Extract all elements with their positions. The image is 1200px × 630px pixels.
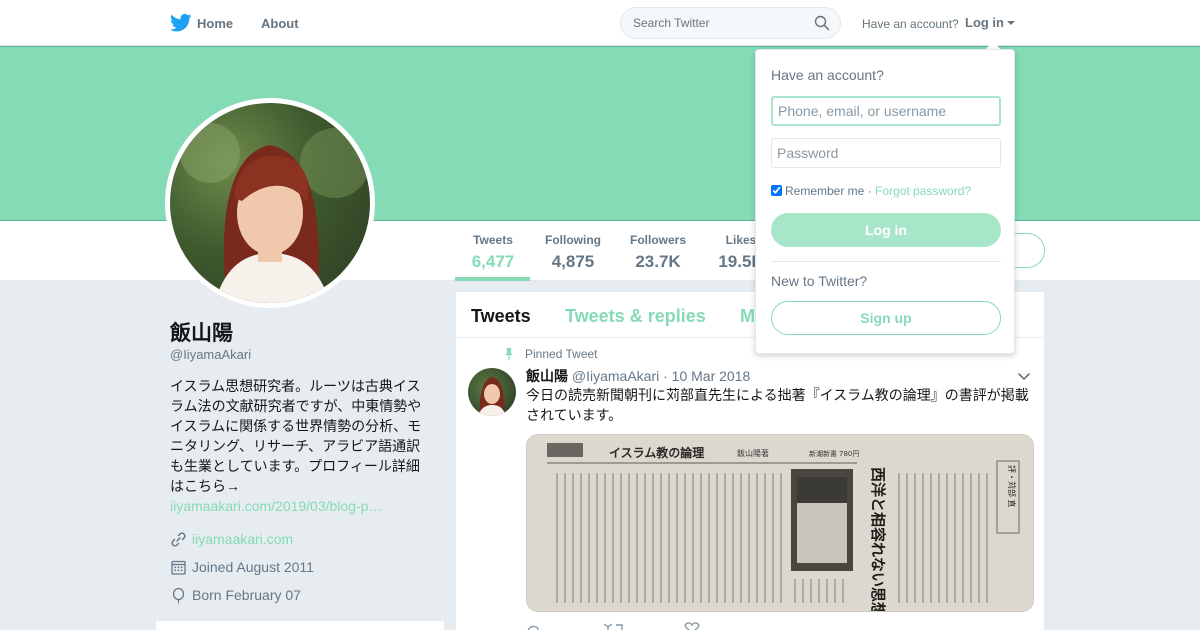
tweet-newspaper-image[interactable]: イスラム教の論理 飯山陽著 新潮新書 780円 西洋と相容れない思想 評・苅部 …	[526, 434, 1034, 612]
remember-separator: ·	[864, 184, 876, 198]
profile-handle: @IiyamaAkari	[170, 347, 252, 362]
clipping-price: 780円	[839, 450, 859, 458]
balloon-icon	[172, 587, 185, 604]
profile-name: 飯山陽	[170, 322, 233, 345]
nav-about-link[interactable]: About	[261, 16, 299, 31]
remember-me-label[interactable]: Remember me	[785, 184, 864, 198]
active-stat-underline	[455, 277, 530, 281]
calendar-icon	[171, 560, 186, 575]
username-field[interactable]	[771, 96, 1001, 126]
stat-label: Tweets	[473, 233, 513, 247]
search-box	[620, 7, 841, 39]
website-link[interactable]: iiyamaakari.com	[192, 531, 293, 547]
link-icon	[171, 532, 186, 547]
clipping-author: 飯山陽著	[737, 448, 769, 458]
tweet-author-handle[interactable]: @IiyamaAkari	[572, 368, 659, 384]
newspaper-clipping-graphic: イスラム教の論理 飯山陽著 新潮新書 780円 西洋と相容れない思想 評・苅部 …	[527, 435, 1033, 612]
remember-me-checkbox[interactable]	[771, 185, 782, 196]
password-field[interactable]	[771, 138, 1001, 168]
stat-value: 6,477	[471, 252, 515, 271]
stat-tweets[interactable]: Tweets 6,477	[463, 233, 523, 272]
tab-tweets-replies[interactable]: Tweets & replies	[565, 306, 706, 327]
clipping-heading: イスラム教の論理	[609, 445, 704, 460]
remember-row: Remember me · Forgot password?	[771, 184, 971, 198]
twitter-bird-icon[interactable]	[170, 13, 192, 33]
pinned-tweet-label: Pinned Tweet	[525, 347, 598, 361]
trends-card-edge	[156, 621, 444, 630]
tweet-avatar[interactable]	[468, 368, 516, 416]
search-input[interactable]	[621, 8, 806, 38]
avatar-portrait-graphic	[180, 123, 370, 303]
forgot-password-link[interactable]: Forgot password?	[875, 184, 971, 198]
tweet-avatar-graphic	[478, 377, 506, 416]
tweet-date[interactable]: · 10 Mar 2018	[663, 368, 750, 384]
login-label: Log in	[965, 15, 1004, 30]
stat-label: Following	[545, 233, 601, 247]
clipping-headline: 西洋と相容れない思想	[869, 467, 887, 612]
tab-tweets[interactable]: Tweets	[471, 306, 531, 327]
pin-icon	[505, 348, 513, 361]
bio-link[interactable]: iiyamaakari.com/2019/03/blog-p…	[170, 498, 382, 514]
avatar-photo	[170, 103, 370, 303]
nav-home-link[interactable]: Home	[197, 16, 233, 31]
stat-value: 23.7K	[635, 252, 681, 271]
reply-icon[interactable]	[527, 625, 539, 630]
profile-avatar[interactable]	[165, 98, 375, 308]
tweet-header: 飯山陽 @IiyamaAkari · 10 Mar 2018	[526, 366, 750, 386]
stat-label: Followers	[629, 233, 686, 247]
joined-date: Joined August 2011	[192, 559, 314, 575]
stat-value: 4,875	[551, 252, 595, 271]
login-dropdown-toggle[interactable]: Log in	[965, 15, 1015, 30]
caret-down-icon	[1007, 21, 1015, 25]
clipping-reviewer: 評・苅部 直	[1007, 465, 1017, 508]
profile-bio: イスラム思想研究者。ルーツは古典イスラム法の文献研究者ですが、中東情勢やイスラム…	[170, 378, 422, 494]
dropdown-title: Have an account?	[771, 67, 884, 83]
retweet-icon[interactable]	[603, 623, 623, 630]
have-account-text: Have an account?	[862, 17, 959, 31]
signup-button[interactable]: Sign up	[771, 301, 1001, 335]
top-navigation-bar: Home About Have an account? Log in	[0, 0, 1200, 46]
clipping-publisher: 新潮新書	[809, 449, 837, 458]
stat-following[interactable]: Following 4,875	[540, 233, 606, 272]
stat-followers[interactable]: Followers 23.7K	[625, 233, 691, 272]
born-date: Born February 07	[192, 587, 301, 603]
search-icon[interactable]	[814, 15, 830, 31]
tweet-author-name[interactable]: 飯山陽	[526, 368, 568, 384]
login-dropdown: Have an account? Remember me · Forgot pa…	[755, 49, 1015, 354]
chevron-down-icon[interactable]	[1017, 372, 1031, 382]
tweet-text: 今日の読売新聞朝刊に苅部直先生による拙著『イスラム教の論理』の書評が掲載されてい…	[526, 387, 1029, 423]
login-button[interactable]: Log in	[771, 213, 1001, 247]
new-to-twitter-text: New to Twitter?	[771, 273, 868, 289]
tweet-actions	[527, 622, 700, 630]
dropdown-divider	[771, 261, 1001, 262]
like-icon[interactable]	[684, 622, 700, 630]
